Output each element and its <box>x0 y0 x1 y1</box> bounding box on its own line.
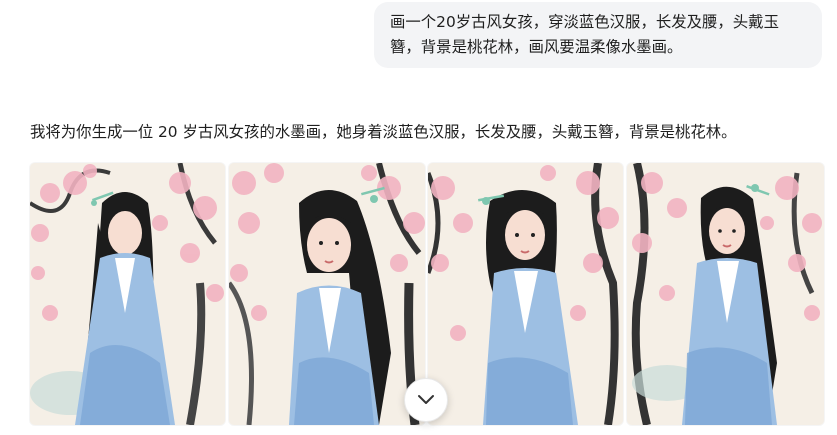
assistant-reply-text: 我将为你生成一位 20 岁古风女孩的水墨画，她身着淡蓝色汉服，长发及腰，头戴玉簪… <box>30 123 737 141</box>
generated-image-3-artwork <box>428 163 623 425</box>
generated-image-4-artwork <box>627 163 824 425</box>
chat-page: 画一个20岁古风女孩，穿淡蓝色汉服，长发及腰，头戴玉簪，背景是桃花林，画风要温柔… <box>0 0 837 435</box>
generated-image-2-artwork <box>229 163 425 425</box>
generated-image-3[interactable] <box>428 163 623 425</box>
user-message-text: 画一个20岁古风女孩，穿淡蓝色汉服，长发及腰，头戴玉簪，背景是桃花林，画风要温柔… <box>390 13 779 56</box>
generated-image-1-artwork <box>30 163 225 425</box>
generated-image-4[interactable] <box>627 163 824 425</box>
chevron-down-icon <box>417 394 435 406</box>
generated-image-2[interactable] <box>229 163 425 425</box>
scroll-down-button[interactable] <box>404 378 448 422</box>
user-message-bubble: 画一个20岁古风女孩，穿淡蓝色汉服，长发及腰，头戴玉簪，背景是桃花林，画风要温柔… <box>374 2 822 68</box>
generated-image-1[interactable] <box>30 163 225 425</box>
